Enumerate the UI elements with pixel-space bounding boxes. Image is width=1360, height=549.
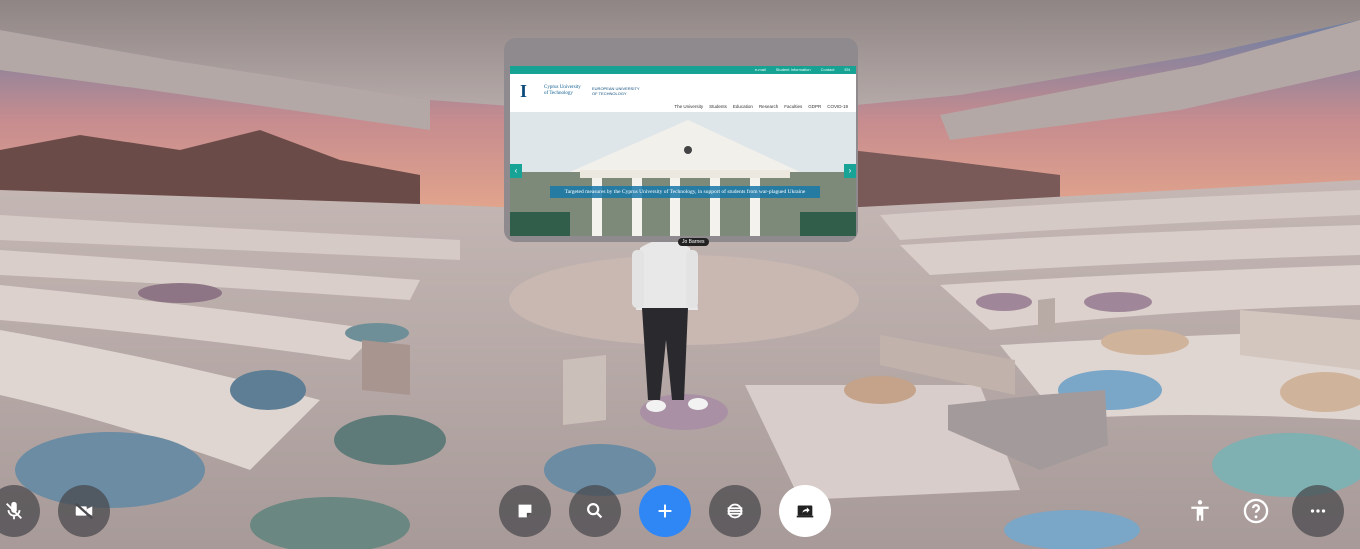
filter-icon <box>727 503 743 519</box>
cushion <box>334 415 446 465</box>
seat-back <box>1038 298 1055 335</box>
help-button[interactable] <box>1239 494 1273 528</box>
site-topbar: e-mail Student Information Contact EN <box>510 66 856 74</box>
accessibility-button[interactable] <box>1183 494 1217 528</box>
more-icon <box>1310 509 1326 513</box>
cushion <box>1101 329 1189 355</box>
note-button[interactable] <box>499 485 551 537</box>
site-link[interactable]: EN <box>844 66 850 74</box>
cushion <box>138 283 222 303</box>
plus-icon <box>658 504 672 518</box>
hero-image <box>510 112 856 236</box>
university-name: Cyprus University of Technology <box>544 85 581 96</box>
shared-website[interactable]: e-mail Student Information Contact EN I … <box>510 66 856 236</box>
share-screen-button[interactable] <box>779 485 831 537</box>
cushion <box>844 376 916 404</box>
cushion <box>230 370 306 410</box>
share-screen-icon <box>796 505 814 518</box>
site-nav-item[interactable]: The University <box>674 104 703 109</box>
note-icon <box>518 504 532 518</box>
site-hero: Targeted measures by the Cyprus Universi… <box>510 112 856 236</box>
cushion <box>1004 510 1140 549</box>
slide-next-button[interactable]: › <box>844 164 856 178</box>
site-link[interactable]: Student Information <box>776 66 811 74</box>
seat-back <box>362 340 410 395</box>
hero-caption: Targeted measures by the Cyprus Universi… <box>550 186 820 198</box>
search-button[interactable] <box>569 485 621 537</box>
site-nav-item[interactable]: Students <box>709 104 727 109</box>
partner-logo: EUROPEAN UNIVERSITY OF TECHNOLOGY <box>592 86 640 96</box>
site-header: I Cyprus University of Technology EUROPE… <box>510 74 856 108</box>
cushion <box>976 293 1032 311</box>
shared-screen[interactable]: e-mail Student Information Contact EN I … <box>504 38 858 242</box>
camera-off-button[interactable] <box>58 485 110 537</box>
site-link[interactable]: e-mail <box>755 66 766 74</box>
cushion <box>345 323 409 343</box>
help-icon <box>1243 498 1269 524</box>
site-nav-item[interactable]: Faculties <box>784 104 802 109</box>
step-block <box>563 355 606 425</box>
filter-button[interactable] <box>709 485 761 537</box>
site-link[interactable]: Contact <box>821 66 835 74</box>
accessibility-icon <box>1191 500 1209 521</box>
mic-off-icon <box>6 501 22 520</box>
university-logo-icon: I <box>520 81 528 101</box>
search-icon <box>587 503 603 519</box>
site-nav-item[interactable]: Research <box>759 104 778 109</box>
cushion <box>1084 292 1152 312</box>
more-button[interactable] <box>1292 485 1344 537</box>
site-nav-item[interactable]: COVID-19 <box>827 104 848 109</box>
camera-off-icon <box>74 502 94 520</box>
site-nav-item[interactable]: Education <box>733 104 753 109</box>
site-nav: The University Students Education Resear… <box>674 104 848 109</box>
site-nav-item[interactable]: GDPR <box>808 104 821 109</box>
avatar-name-tag: Jo Barnes <box>678 238 709 246</box>
meeting-scene: e-mail Student Information Contact EN I … <box>0 0 1360 549</box>
slide-prev-button[interactable]: ‹ <box>510 164 522 178</box>
cushion <box>15 432 205 508</box>
add-button[interactable] <box>639 485 691 537</box>
